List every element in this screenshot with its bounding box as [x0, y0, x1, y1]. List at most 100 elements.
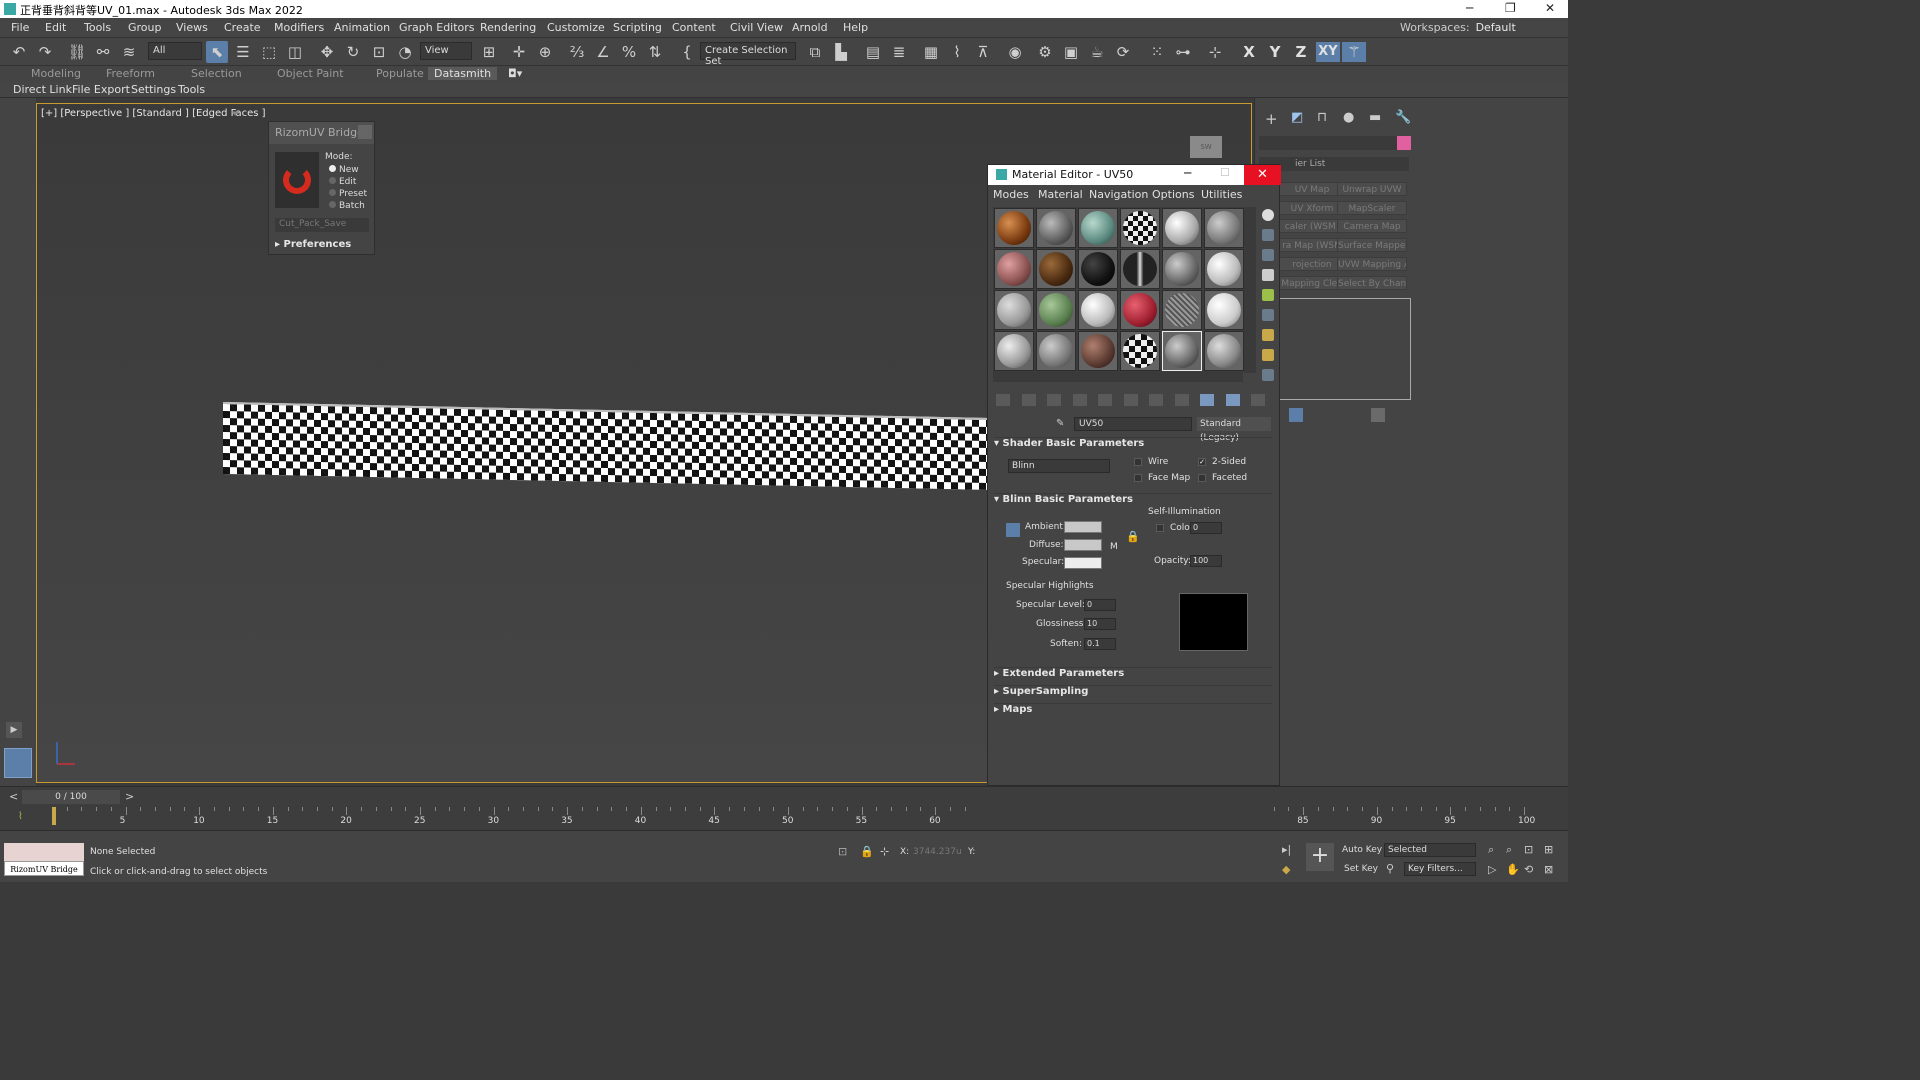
put-to-scene-icon[interactable]	[1021, 394, 1036, 406]
zoom-extents-all-icon[interactable]: ⊞	[1544, 843, 1553, 856]
sample-slot[interactable]	[994, 331, 1034, 371]
menu-customize[interactable]: Customize	[547, 21, 605, 34]
sample-slot[interactable]	[1036, 331, 1076, 371]
diffuse-map-button[interactable]: M	[1110, 542, 1118, 552]
layer-explorer-icon[interactable]: ≣	[888, 41, 910, 63]
expand-arrow-icon[interactable]: ▶	[6, 722, 22, 738]
go-forward-sibling-icon[interactable]	[1251, 394, 1265, 406]
sample-slot[interactable]	[1204, 290, 1244, 330]
keyboard-shortcut-icon[interactable]: ⊕	[534, 41, 556, 63]
scene-explorer-icon[interactable]: ▤	[862, 41, 884, 63]
pan-view-icon[interactable]: ✋	[1506, 863, 1520, 876]
key-mode-icon[interactable]: ◆	[1282, 863, 1290, 876]
lock-icon[interactable]: 🔒	[1126, 530, 1140, 543]
put-to-library-icon[interactable]	[1123, 394, 1138, 406]
me-menu-options[interactable]: Options	[1152, 188, 1194, 201]
snaps-toggle-icon[interactable]: ⅔	[566, 41, 588, 63]
time-slider[interactable]: 0 / 100	[22, 790, 120, 804]
rizomuv-bridge-button[interactable]: RizomUV Bridge	[4, 861, 84, 876]
configure-modifier-icon[interactable]	[1371, 408, 1385, 422]
named-selection-set-dropdown[interactable]: Create Selection Set	[700, 42, 796, 67]
menu-help[interactable]: Help	[843, 21, 868, 34]
sample-slot-active[interactable]	[1162, 331, 1202, 371]
soften-spinner[interactable]: 0.1	[1084, 638, 1116, 650]
select-by-material-icon[interactable]	[1262, 349, 1274, 361]
unwrap-uvw-button[interactable]: Unwrap UVW	[1337, 182, 1407, 196]
viewport-layout-button[interactable]	[4, 748, 32, 778]
assign-to-selection-icon[interactable]	[1047, 394, 1061, 406]
field-of-view-icon[interactable]: ▷	[1488, 863, 1496, 876]
sample-slot[interactable]	[1204, 208, 1244, 248]
make-preview-icon[interactable]	[1262, 309, 1274, 321]
object-color-swatch[interactable]	[1397, 136, 1411, 150]
sample-slot[interactable]	[1078, 331, 1118, 371]
shader-type-dropdown[interactable]: Blinn	[1008, 459, 1110, 473]
material-map-navigator-icon[interactable]	[1262, 369, 1274, 381]
curve-editor-mini-icon[interactable]: ⌇	[18, 811, 23, 822]
camera-map-button[interactable]: Camera Map	[1337, 219, 1407, 233]
modifier-stack[interactable]	[1277, 298, 1411, 400]
supersampling-rollout[interactable]: ▸ SuperSampling	[994, 685, 1272, 699]
material-editor-maximize-button[interactable]: ☐	[1220, 166, 1230, 179]
set-key-plus-icon[interactable]: +	[1306, 843, 1334, 871]
align-icon[interactable]: ▙	[830, 41, 852, 63]
slots-vertical-scrollbar[interactable]	[1244, 207, 1256, 373]
material-editor-icon[interactable]: ◉	[1004, 41, 1026, 63]
sample-slot[interactable]	[1162, 208, 1202, 248]
x-coord-field[interactable]: 3744.237u	[913, 847, 962, 857]
checker-mesh-object[interactable]	[223, 401, 989, 491]
menu-create[interactable]: Create	[224, 21, 261, 34]
rendered-frame-window-icon[interactable]: ▣	[1060, 41, 1082, 63]
sample-slot[interactable]	[1120, 249, 1160, 289]
rotate-icon[interactable]: ↻	[342, 41, 364, 63]
go-to-parent-icon[interactable]	[1225, 394, 1240, 406]
two-sided-checkbox[interactable]: ✓ 2-Sided	[1198, 457, 1246, 467]
direct-link-menu[interactable]: Direct Link	[13, 83, 72, 96]
auto-key-button[interactable]: Auto Key	[1342, 845, 1382, 855]
menu-group[interactable]: Group	[128, 21, 162, 34]
mirror-icon[interactable]: ⧉	[804, 41, 826, 63]
sample-slot[interactable]	[1036, 208, 1076, 248]
uvw-mapping-add-button[interactable]: UVW Mapping Add	[1337, 257, 1407, 271]
time-prev-icon[interactable]: <	[9, 790, 18, 803]
material-editor-minimize-button[interactable]: ─	[1184, 166, 1191, 180]
options-icon[interactable]	[1262, 329, 1274, 341]
snap-grid-icon[interactable]: ⊶	[1172, 41, 1194, 63]
workspace-selector[interactable]: Workspaces: Default	[1400, 21, 1516, 34]
specular-color-swatch[interactable]	[1064, 557, 1102, 569]
select-by-name-icon[interactable]: ☰	[232, 41, 254, 63]
restore-button[interactable]: ❐	[1505, 1, 1516, 15]
angle-snap-icon[interactable]: ∠	[592, 41, 614, 63]
backlight-icon[interactable]	[1262, 229, 1274, 241]
make-unique-icon[interactable]	[1098, 394, 1112, 406]
unlink-icon[interactable]: ⚯	[92, 41, 114, 63]
sample-slot[interactable]	[994, 249, 1034, 289]
settings-menu[interactable]: Settings	[131, 83, 176, 96]
ribbon-toggle-icon[interactable]: ▦	[920, 41, 942, 63]
menu-edit[interactable]: Edit	[45, 21, 66, 34]
sample-slot[interactable]	[1078, 249, 1118, 289]
tools-menu[interactable]: Tools	[178, 83, 205, 96]
utilities-tab-icon[interactable]: 🔧	[1395, 110, 1411, 125]
spinner-snap-icon[interactable]: ⇅	[644, 41, 666, 63]
motion-tab-icon[interactable]: ●	[1343, 110, 1354, 125]
key-selection-dropdown[interactable]: Selected	[1384, 843, 1476, 857]
object-name-field[interactable]	[1259, 136, 1397, 150]
move-icon[interactable]: ✥	[316, 41, 338, 63]
ribbon-options-icon[interactable]: ◘▾	[508, 67, 522, 80]
select-object-icon[interactable]: ⬉	[206, 41, 228, 63]
mode-edit-radio[interactable]: Edit	[329, 177, 356, 187]
edit-named-selection-icon[interactable]: {	[676, 41, 698, 63]
self-illum-spinner[interactable]: 0	[1190, 522, 1222, 534]
me-menu-utilities[interactable]: Utilities	[1201, 188, 1242, 201]
lock-ambient-diffuse-icon[interactable]	[1006, 523, 1020, 537]
me-menu-navigation[interactable]: Navigation	[1089, 188, 1148, 201]
window-crossing-icon[interactable]: ◫	[284, 41, 306, 63]
surface-mapper-button[interactable]: Surface Mapper (	[1337, 238, 1407, 252]
face-map-checkbox[interactable]: Face Map	[1134, 473, 1190, 483]
absolute-mode-icon[interactable]: ⊹	[880, 845, 889, 858]
menu-civil-view[interactable]: Civil View	[730, 21, 783, 34]
material-name-field[interactable]: UV50	[1074, 417, 1192, 431]
sample-slot[interactable]	[1120, 208, 1160, 248]
mode-new-radio[interactable]: New	[329, 165, 359, 175]
